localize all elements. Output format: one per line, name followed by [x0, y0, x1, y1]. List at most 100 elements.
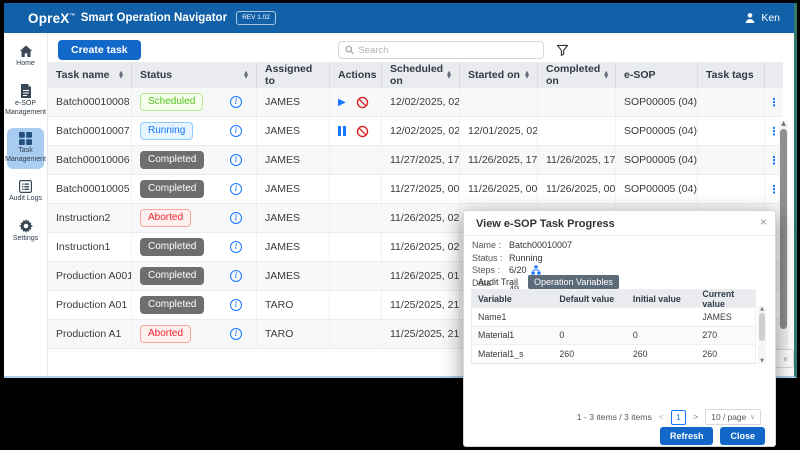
scheduled-cell: 12/02/2025, 02:45	[382, 88, 460, 116]
assigned-cell: JAMES	[257, 204, 330, 232]
prev-page-icon[interactable]: <	[659, 412, 664, 422]
user-menu[interactable]: Ken	[744, 12, 780, 24]
assigned-cell: JAMES	[257, 88, 330, 116]
initial-value-cell: 0	[627, 330, 697, 340]
scrollbar-thumb[interactable]	[780, 129, 787, 329]
info-icon[interactable]: i	[230, 154, 242, 166]
close-button[interactable]: Close	[720, 427, 765, 445]
started-cell: 11/26/2025, 00:53	[460, 175, 538, 203]
column-header-task-name[interactable]: Task name▲▼	[48, 62, 132, 88]
search-input[interactable]	[358, 45, 537, 56]
scroll-up-icon[interactable]: ▲	[758, 306, 766, 312]
info-icon[interactable]: i	[230, 328, 242, 340]
column-header-status[interactable]: Status▲▼	[132, 62, 257, 88]
column-header-assigned-to: Assigned to	[257, 62, 330, 88]
scroll-up-icon[interactable]: ▲	[779, 120, 788, 127]
sort-icon[interactable]: ▲▼	[600, 71, 608, 79]
assigned-cell: JAMES	[257, 233, 330, 261]
info-icon[interactable]: i	[230, 183, 242, 195]
scrollbar-thumb[interactable]	[759, 313, 765, 341]
close-icon[interactable]: ×	[760, 215, 767, 229]
variables-scrollbar[interactable]: ▲ ▼	[758, 306, 766, 364]
tab-operation-variables[interactable]: Operation Variables	[528, 275, 619, 289]
assigned-cell: JAMES	[257, 146, 330, 174]
prohibit-icon[interactable]	[356, 96, 369, 109]
sidebar-item-label: Settings	[13, 235, 38, 244]
sidebar-item-audit-logs[interactable]: Audit Logs	[7, 176, 44, 208]
sort-icon[interactable]: ▲▼	[521, 71, 529, 79]
chevron-down-icon: ∨	[783, 355, 788, 363]
column-header-scheduled-on[interactable]: Scheduled on▲▼	[382, 62, 460, 88]
sidebar-item-task-management[interactable]: Task Management	[7, 128, 44, 169]
assigned-cell: TARO	[257, 320, 330, 348]
esop-cell: SOP00005 (04)	[616, 117, 698, 145]
info-icon[interactable]: i	[230, 241, 242, 253]
actions-cell	[330, 320, 382, 348]
variable-cell: Material1	[472, 330, 553, 340]
column-header-task-tags: Task tags	[698, 62, 765, 88]
current-value-cell: JAMES	[696, 312, 755, 322]
kebab-menu-icon[interactable]: ⋮	[769, 183, 780, 196]
tags-cell	[698, 117, 765, 145]
status-label: Status :	[472, 252, 509, 265]
scroll-down-icon[interactable]: ▼	[758, 358, 766, 364]
table-row[interactable]: Batch00010008 Scheduledi JAMES ▶ 12/02/2…	[48, 88, 783, 117]
status-badge: Aborted	[140, 325, 191, 343]
sidebar-item-home[interactable]: Home	[7, 41, 44, 73]
page-size-select[interactable]: 10 / page∨	[705, 409, 761, 425]
sort-icon[interactable]: ▲▼	[240, 71, 248, 79]
sidebar-item-settings[interactable]: Settings	[7, 215, 44, 248]
column-header-started-on[interactable]: Started on▲▼	[460, 62, 538, 88]
info-icon[interactable]: i	[230, 125, 242, 137]
info-icon[interactable]: i	[230, 299, 242, 311]
default-value-cell: 0	[553, 330, 626, 340]
kebab-menu-icon[interactable]: ⋮	[769, 96, 780, 109]
actions-cell	[330, 117, 382, 145]
info-icon[interactable]: i	[230, 212, 242, 224]
vertical-scrollbar[interactable]: ▲ ▼	[779, 120, 788, 358]
prohibit-icon[interactable]	[356, 125, 369, 138]
flow-steps-icon[interactable]	[531, 265, 541, 275]
scheduled-cell: 11/25/2025, 21:00	[382, 320, 460, 348]
table-row[interactable]: Batch00010007 Runningi JAMES 12/02/2025,…	[48, 117, 783, 146]
tab-audit-trail[interactable]: Audit Trail	[472, 275, 524, 289]
default-value-cell: 260	[553, 349, 626, 359]
modal-footer: Refresh Close	[660, 427, 765, 445]
kebab-menu-icon[interactable]: ⋮	[769, 154, 780, 167]
status-cell: Aborted i	[132, 204, 257, 232]
completed-cell: 11/26/2025, 00:57	[538, 175, 616, 203]
current-value-cell: 270	[696, 330, 755, 340]
next-page-icon[interactable]: >	[693, 412, 698, 422]
refresh-button[interactable]: Refresh	[660, 427, 714, 445]
search-box	[338, 41, 544, 59]
started-cell: 12/01/2025, 02:46	[460, 117, 538, 145]
create-task-button[interactable]: Create task	[58, 40, 141, 60]
info-icon[interactable]: i	[230, 96, 242, 108]
variable-row[interactable]: Material1_s 260 260 260	[472, 344, 755, 363]
filter-button[interactable]	[549, 41, 575, 59]
info-icon[interactable]: i	[230, 270, 242, 282]
table-row[interactable]: Batch00010005 Completedi JAMES 11/27/202…	[48, 175, 783, 204]
task-name-cell: Production A01	[48, 291, 132, 319]
status-badge: Scheduled	[140, 93, 203, 111]
sidebar-item-esop-management[interactable]: e-SOP Management	[7, 80, 44, 122]
toolbar: Create task	[48, 33, 794, 62]
status-badge: Aborted	[140, 209, 191, 227]
pause-icon[interactable]	[338, 126, 346, 136]
play-icon[interactable]: ▶	[338, 97, 346, 108]
brand-logo: OpreX™	[28, 11, 76, 26]
variable-row[interactable]: Material1 0 0 270	[472, 326, 755, 345]
app-header: OpreX™ Smart Operation Navigator REV 1.0…	[4, 3, 794, 33]
funnel-icon	[556, 44, 569, 57]
variable-row[interactable]: Name1 JAMES	[472, 307, 755, 326]
kebab-menu-icon[interactable]: ⋮	[769, 125, 780, 138]
column-header-completed-on[interactable]: Completed on▲▼	[538, 62, 616, 88]
table-row[interactable]: Batch00010006 Completedi JAMES 11/27/202…	[48, 146, 783, 175]
esop-cell: SOP00005 (04)	[616, 88, 698, 116]
page-number-button[interactable]: 1	[671, 410, 686, 425]
sort-icon[interactable]: ▲▼	[443, 71, 451, 79]
column-header-initial-value: Initial value	[627, 294, 697, 304]
pagination-summary: 1 - 3 items / 3 items	[577, 412, 652, 422]
modal-pagination: 1 - 3 items / 3 items < 1 > 10 / page∨	[577, 409, 761, 425]
sort-icon[interactable]: ▲▼	[115, 71, 123, 79]
